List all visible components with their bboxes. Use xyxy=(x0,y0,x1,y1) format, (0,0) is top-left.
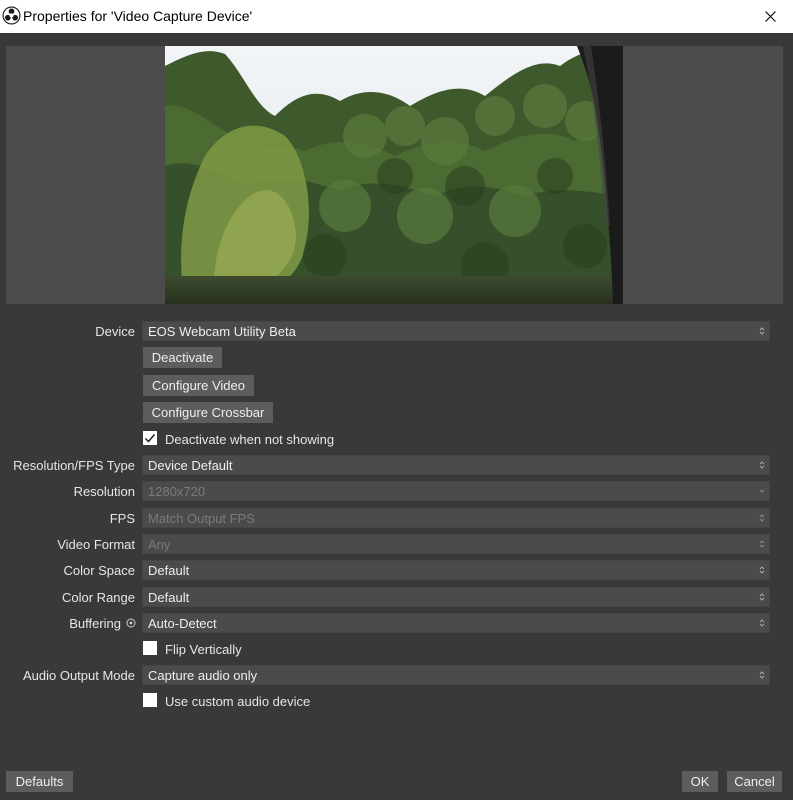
configure-crossbar-button[interactable]: Configure Crossbar xyxy=(143,402,273,423)
buffering-select[interactable]: Auto-Detect xyxy=(142,613,770,633)
fps-row: FPS Match Output FPS xyxy=(0,508,793,528)
audio-output-mode-label: Audio Output Mode xyxy=(22,668,135,683)
info-icon[interactable] xyxy=(126,618,136,628)
color-space-label: Color Space xyxy=(63,563,135,578)
close-icon xyxy=(764,11,776,22)
obs-logo-icon xyxy=(2,6,21,25)
configure-video-button[interactable]: Configure Video xyxy=(143,375,254,396)
checkmark-icon xyxy=(144,434,156,443)
buffering-label: Buffering xyxy=(69,616,121,631)
device-select[interactable]: EOS Webcam Utility Beta xyxy=(142,321,770,341)
close-button[interactable] xyxy=(747,0,793,33)
chevron-down-icon xyxy=(759,489,765,493)
color-space-value: Default xyxy=(148,563,190,578)
video-format-label: Video Format xyxy=(57,537,135,552)
updown-arrow-icon xyxy=(759,514,765,522)
audio-output-mode-row: Audio Output Mode Capture audio only xyxy=(0,665,793,685)
ok-button[interactable]: OK xyxy=(682,771,718,792)
deactivate-when-not-showing-checkbox[interactable] xyxy=(143,431,157,445)
color-range-label: Color Range xyxy=(62,590,135,605)
use-custom-audio-device-label: Use custom audio device xyxy=(165,694,311,709)
fps-label: FPS xyxy=(109,511,135,526)
updown-arrow-icon xyxy=(759,619,765,627)
updown-arrow-icon xyxy=(759,566,765,574)
resolution-label: Resolution xyxy=(73,484,135,499)
buffering-value: Auto-Detect xyxy=(148,616,217,631)
resolution-fps-type-value: Device Default xyxy=(148,458,233,473)
use-custom-audio-device-checkbox[interactable] xyxy=(143,693,157,707)
color-space-row: Color Space Default xyxy=(0,560,793,580)
buffering-row: Buffering Auto-Detect xyxy=(0,613,793,633)
fps-select[interactable]: Match Output FPS xyxy=(142,508,770,528)
deactivate-when-not-showing-label: Deactivate when not showing xyxy=(165,432,335,447)
updown-arrow-icon xyxy=(759,461,765,469)
defaults-button[interactable]: Defaults xyxy=(6,771,73,792)
window-title: Properties for 'Video Capture Device' xyxy=(23,8,253,24)
cancel-button[interactable]: Cancel xyxy=(727,771,782,792)
device-label: Device xyxy=(95,324,135,339)
color-range-value: Default xyxy=(148,590,190,605)
color-range-row: Color Range Default xyxy=(0,587,793,607)
video-format-value: Any xyxy=(148,537,171,552)
flip-vertically-checkbox[interactable] xyxy=(143,641,157,655)
updown-arrow-icon xyxy=(759,327,765,335)
resolution-fps-type-row: Resolution/FPS Type Device Default xyxy=(0,455,793,475)
resolution-fps-type-label: Resolution/FPS Type xyxy=(13,458,135,473)
video-format-row: Video Format Any xyxy=(0,534,793,554)
color-space-select[interactable]: Default xyxy=(142,560,770,580)
flip-vertically-label: Flip Vertically xyxy=(165,642,242,657)
video-format-select[interactable]: Any xyxy=(142,534,770,554)
updown-arrow-icon xyxy=(759,671,765,679)
deactivate-button[interactable]: Deactivate xyxy=(143,347,222,368)
color-range-select[interactable]: Default xyxy=(142,587,770,607)
device-row: Device EOS Webcam Utility Beta xyxy=(0,321,793,341)
audio-output-mode-value: Capture audio only xyxy=(148,668,258,683)
resolution-select[interactable]: 1280x720 xyxy=(142,481,770,501)
preview-area xyxy=(6,46,783,304)
camera-preview-image xyxy=(165,46,623,304)
device-value: EOS Webcam Utility Beta xyxy=(148,324,296,339)
title-bar: Properties for 'Video Capture Device' xyxy=(0,0,793,33)
resolution-value: 1280x720 xyxy=(148,484,206,499)
resolution-fps-type-select[interactable]: Device Default xyxy=(142,455,770,475)
audio-output-mode-select[interactable]: Capture audio only xyxy=(142,665,770,685)
updown-arrow-icon xyxy=(759,593,765,601)
fps-value: Match Output FPS xyxy=(148,511,255,526)
resolution-row: Resolution 1280x720 xyxy=(0,481,793,501)
updown-arrow-icon xyxy=(759,540,765,548)
